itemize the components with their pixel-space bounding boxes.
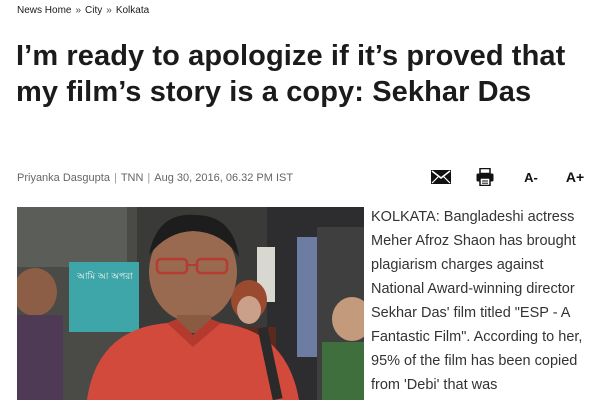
publish-datetime: Aug 30, 2016, 06.32 PM IST xyxy=(154,172,294,184)
article-body: KOLKATA: Bangladeshi actress Meher Afroz… xyxy=(371,209,583,393)
breadcrumb-news-home[interactable]: News Home xyxy=(17,5,71,16)
breadcrumb-separator: » xyxy=(75,5,82,16)
font-decrease-button[interactable]: A- xyxy=(520,170,542,185)
byline-source: TNN xyxy=(120,172,144,184)
breadcrumb: News Home» City» Kolkata xyxy=(17,5,149,16)
byline-divider: | xyxy=(147,172,151,184)
author-name[interactable]: Priyanka Dasgupta xyxy=(17,172,110,184)
envelope-icon xyxy=(431,170,451,184)
article-tools: A- A+ xyxy=(430,166,586,188)
print-button[interactable] xyxy=(474,168,496,186)
breadcrumb-kolkata[interactable]: Kolkata xyxy=(116,5,149,16)
email-share-button[interactable] xyxy=(430,170,452,184)
breadcrumb-separator: » xyxy=(106,5,112,16)
font-increase-button[interactable]: A+ xyxy=(564,169,586,185)
printer-icon xyxy=(476,168,494,186)
article-headline: I’m ready to apologize if it’s proved th… xyxy=(16,40,566,108)
article-byline: Priyanka Dasgupta | TNN | Aug 30, 2016, 06.3… xyxy=(17,172,293,184)
article-photo: আমি আ অপরা xyxy=(17,207,364,400)
poster-text: আমি আ অপরা xyxy=(76,271,133,282)
byline-divider: | xyxy=(113,172,117,184)
breadcrumb-city[interactable]: City xyxy=(85,5,102,16)
